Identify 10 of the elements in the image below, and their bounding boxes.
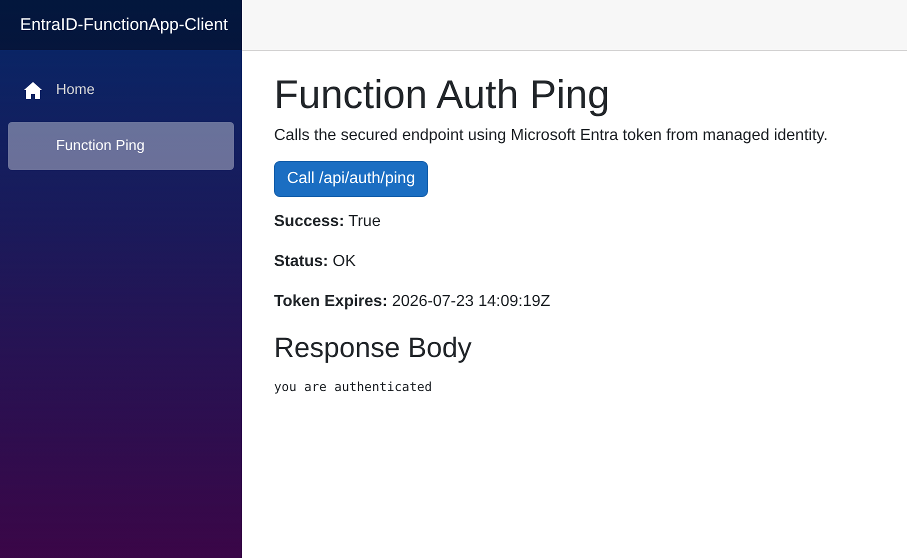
result-field: Success: True [274,213,381,231]
result-field: Token Expires: 2026-07-23 14:09:19Z [274,293,550,311]
response-body: you are authenticated [274,378,432,394]
section-heading: Response Body [274,331,472,365]
call-button[interactable]: Call /api/auth/ping [274,161,428,197]
nav-item[interactable]: Function Ping [8,122,234,170]
result-field: Status: OK [274,253,356,271]
nav-item[interactable]: Home [8,66,234,114]
page-description: Calls the secured endpoint using Microsoft Entra token from managed identity. [274,127,828,145]
page-title: Function Auth Ping [274,72,610,119]
